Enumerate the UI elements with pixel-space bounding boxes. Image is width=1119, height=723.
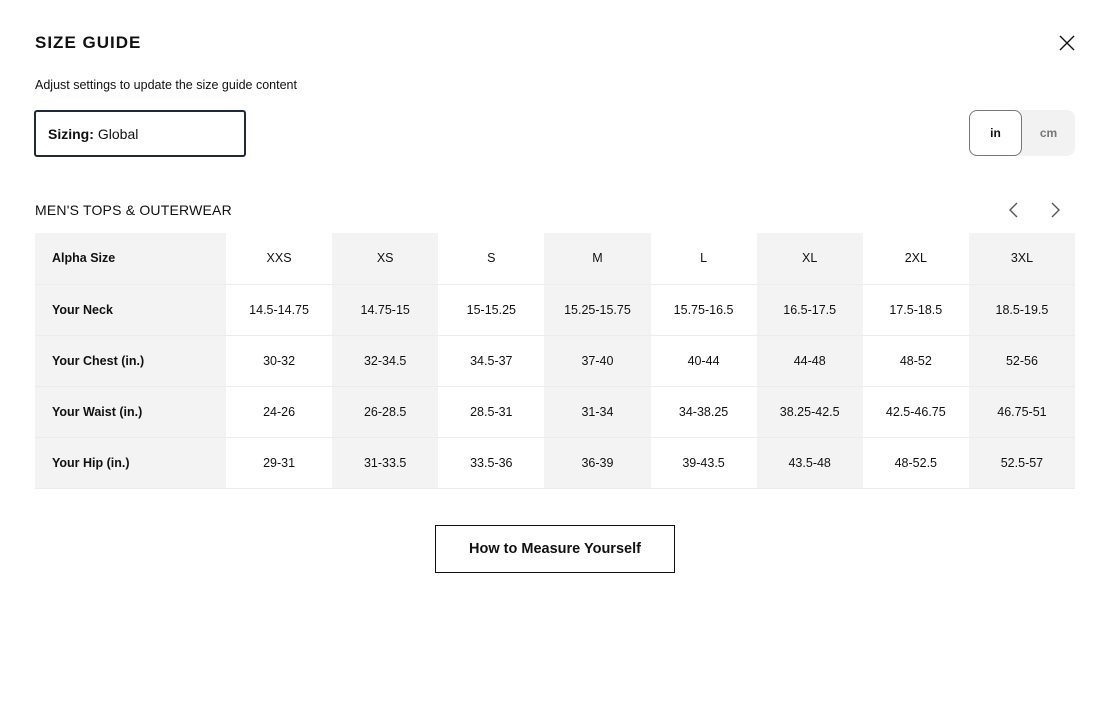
table-cell: 14.5-14.75: [226, 284, 333, 336]
table-cell: 26-28.5: [332, 386, 439, 438]
table-cell: 43.5-48: [756, 437, 863, 489]
row-header: Your Waist (in.): [35, 386, 226, 438]
table-cell: 38.25-42.5: [756, 386, 863, 438]
table-cell: M: [544, 233, 651, 285]
section-title: MEN'S TOPS & OUTERWEAR: [35, 202, 232, 218]
table-cell: S: [438, 233, 545, 285]
table-cell: 15-15.25: [438, 284, 545, 336]
sizing-select[interactable]: Sizing: Global: [34, 110, 246, 157]
row-header: Your Hip (in.): [35, 437, 226, 489]
table-cell: 36-39: [544, 437, 651, 489]
table-cell: 18.5-19.5: [968, 284, 1075, 336]
prev-button[interactable]: [1003, 199, 1025, 221]
table-cell: 15.25-15.75: [544, 284, 651, 336]
table-cell: 24-26: [226, 386, 333, 438]
table-cell: 34.5-37: [438, 335, 545, 387]
table-cell: 44-48: [756, 335, 863, 387]
table-row: Alpha Size XXS XS S M L XL 2XL 3XL: [35, 233, 1075, 285]
table-cell: 17.5-18.5: [862, 284, 969, 336]
size-guide-subtitle: Adjust settings to update the size guide…: [35, 78, 297, 92]
table-cell: 28.5-31: [438, 386, 545, 438]
table-cell: L: [650, 233, 757, 285]
table-cell: 52-56: [968, 335, 1075, 387]
row-header: Alpha Size: [35, 233, 226, 285]
table-cell: 46.75-51: [968, 386, 1075, 438]
table-cell: 16.5-17.5: [756, 284, 863, 336]
close-icon: [1059, 35, 1075, 51]
table-cell: 30-32: [226, 335, 333, 387]
table-cell: 42.5-46.75: [862, 386, 969, 438]
table-cell: 2XL: [862, 233, 969, 285]
unit-in-button[interactable]: in: [969, 110, 1022, 156]
sizing-value: Global: [97, 125, 139, 142]
table-cell: XL: [756, 233, 863, 285]
table-cell: 34-38.25: [650, 386, 757, 438]
row-header: Your Chest (in.): [35, 335, 226, 387]
table-cell: 39-43.5: [650, 437, 757, 489]
table-cell: 33.5-36: [438, 437, 545, 489]
table-cell: 40-44: [650, 335, 757, 387]
size-table: Alpha Size XXS XS S M L XL 2XL 3XL Your Neck 14.5-…: [35, 233, 1075, 489]
table-cell: 15.75-16.5: [650, 284, 757, 336]
table-cell: 37-40: [544, 335, 651, 387]
chevron-right-icon: [1051, 202, 1060, 218]
table-cell: 48-52.5: [862, 437, 969, 489]
table-cell: XXS: [226, 233, 333, 285]
table-cell: 52.5-57: [968, 437, 1075, 489]
table-row: Your Neck 14.5-14.75 14.75-15 15-15.25 15.25…: [35, 284, 1075, 336]
row-header: Your Neck: [35, 284, 226, 336]
table-cell: 31-33.5: [332, 437, 439, 489]
how-to-measure-button[interactable]: How to Measure Yourself: [435, 525, 675, 573]
table-row: Your Chest (in.) 30-32 32-34.5 34.5-37 37-40…: [35, 335, 1075, 387]
table-cell: XS: [332, 233, 439, 285]
table-cell: 48-52: [862, 335, 969, 387]
table-cell: 31-34: [544, 386, 651, 438]
sizing-label: Sizing:: [48, 125, 94, 142]
unit-toggle: in cm: [969, 110, 1075, 156]
table-cell: 29-31: [226, 437, 333, 489]
size-guide-title: SIZE GUIDE: [35, 33, 142, 52]
table-row: Your Waist (in.) 24-26 26-28.5 28.5-31 31-34…: [35, 386, 1075, 438]
table-cell: 32-34.5: [332, 335, 439, 387]
chevron-left-icon: [1009, 202, 1018, 218]
unit-cm-button[interactable]: cm: [1022, 110, 1075, 156]
close-button[interactable]: [1056, 32, 1078, 54]
table-cell: 3XL: [968, 233, 1075, 285]
table-row: Your Hip (in.) 29-31 31-33.5 33.5-36 36-39 39…: [35, 437, 1075, 489]
table-cell: 14.75-15: [332, 284, 439, 336]
next-button[interactable]: [1044, 199, 1066, 221]
